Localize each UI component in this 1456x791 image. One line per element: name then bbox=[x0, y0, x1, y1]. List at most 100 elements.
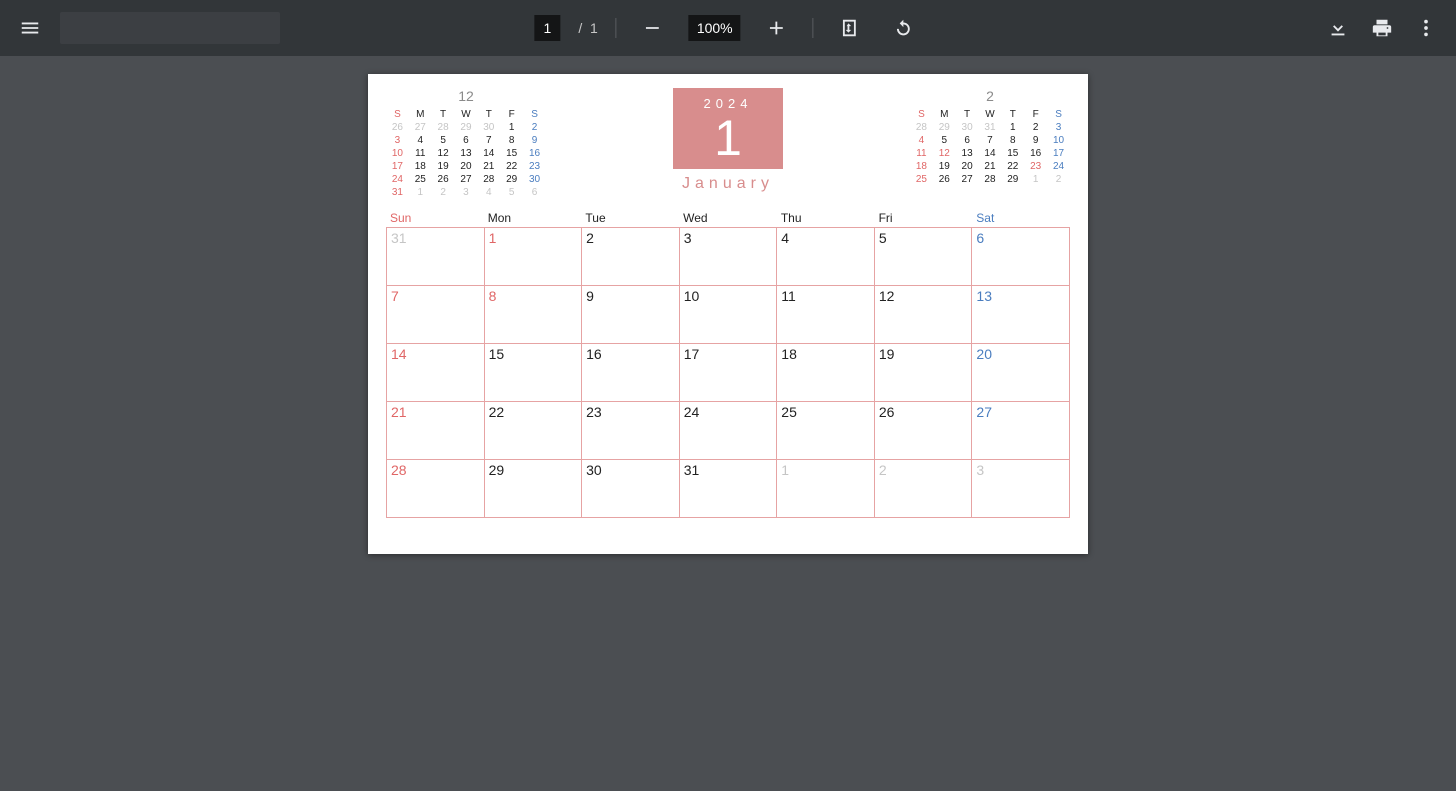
mini-day: 20 bbox=[956, 160, 979, 173]
mini-day: 15 bbox=[1001, 147, 1024, 160]
mini-day: 18 bbox=[409, 160, 432, 173]
mini-day: 3 bbox=[455, 186, 478, 199]
mini-day: 29 bbox=[455, 121, 478, 134]
mini-day: 22 bbox=[500, 160, 523, 173]
calendar-cell: 2 bbox=[875, 460, 973, 518]
big-dow: Fri bbox=[875, 209, 973, 227]
calendar-cell: 16 bbox=[582, 344, 680, 402]
mini-dow: T bbox=[1001, 108, 1024, 121]
mini-dow: S bbox=[910, 108, 933, 121]
mini-dow: F bbox=[1024, 108, 1047, 121]
mini-day: 30 bbox=[523, 173, 546, 186]
zoom-in-icon[interactable] bbox=[759, 10, 795, 46]
mini-day: 13 bbox=[455, 147, 478, 160]
mini-day: 18 bbox=[910, 160, 933, 173]
mini-day: 12 bbox=[933, 147, 956, 160]
mini-day: 29 bbox=[933, 121, 956, 134]
mini-day: 2 bbox=[1024, 121, 1047, 134]
calendar-cell: 21 bbox=[387, 402, 485, 460]
mini-dow: S bbox=[386, 108, 409, 121]
calendar-cell: 31 bbox=[387, 228, 485, 286]
mini-day: 27 bbox=[409, 121, 432, 134]
mini-day: 4 bbox=[409, 134, 432, 147]
calendar-cell: 13 bbox=[972, 286, 1070, 344]
big-dow: Wed bbox=[679, 209, 777, 227]
mini-day: 23 bbox=[1024, 160, 1047, 173]
mini-dow: F bbox=[500, 108, 523, 121]
page-number-input[interactable] bbox=[534, 15, 560, 41]
rotate-icon[interactable] bbox=[886, 10, 922, 46]
mini-day: 29 bbox=[500, 173, 523, 186]
mini-day: 16 bbox=[1024, 147, 1047, 160]
mini-dow: W bbox=[979, 108, 1002, 121]
mini-day: 10 bbox=[386, 147, 409, 160]
mini-day: 27 bbox=[455, 173, 478, 186]
mini-day: 16 bbox=[523, 147, 546, 160]
big-dow: Sun bbox=[386, 209, 484, 227]
mini-day: 9 bbox=[523, 134, 546, 147]
mini-day: 24 bbox=[386, 173, 409, 186]
mini-day: 26 bbox=[386, 121, 409, 134]
calendar-cell: 20 bbox=[972, 344, 1070, 402]
mini-day: 26 bbox=[432, 173, 455, 186]
mini-day: 20 bbox=[455, 160, 478, 173]
calendar-cell: 6 bbox=[972, 228, 1070, 286]
menu-icon[interactable] bbox=[12, 10, 48, 46]
big-calendar-grid: 3112345678910111213141516171819202122232… bbox=[386, 227, 1070, 518]
banner-year: 2024 bbox=[673, 96, 783, 111]
zoom-out-icon[interactable] bbox=[635, 10, 671, 46]
zoom-level[interactable]: 100% bbox=[689, 15, 741, 41]
mini-day: 15 bbox=[500, 147, 523, 160]
calendar-cell: 3 bbox=[680, 228, 778, 286]
calendar-cell: 5 bbox=[875, 228, 973, 286]
print-icon[interactable] bbox=[1364, 10, 1400, 46]
calendar-cell: 3 bbox=[972, 460, 1070, 518]
calendar-cell: 14 bbox=[387, 344, 485, 402]
fit-page-icon[interactable] bbox=[832, 10, 868, 46]
mini-day: 4 bbox=[477, 186, 500, 199]
calendar-cell: 17 bbox=[680, 344, 778, 402]
calendar-cell: 31 bbox=[680, 460, 778, 518]
pdf-toolbar: / 1 100% bbox=[0, 0, 1456, 56]
mini-day: 3 bbox=[1047, 121, 1070, 134]
mini-day: 1 bbox=[409, 186, 432, 199]
calendar-cell: 22 bbox=[485, 402, 583, 460]
mini-dow: W bbox=[455, 108, 478, 121]
calendar-cell: 18 bbox=[777, 344, 875, 402]
mini-dow: T bbox=[432, 108, 455, 121]
mini-day: 5 bbox=[432, 134, 455, 147]
mini-day: 11 bbox=[910, 147, 933, 160]
calendar-cell: 25 bbox=[777, 402, 875, 460]
mini-day: 30 bbox=[477, 121, 500, 134]
mini-day: 28 bbox=[979, 173, 1002, 186]
separator bbox=[616, 18, 617, 38]
calendar-cell: 1 bbox=[485, 228, 583, 286]
document-title bbox=[60, 12, 280, 44]
mini-day: 29 bbox=[1001, 173, 1024, 186]
calendar-cell: 27 bbox=[972, 402, 1070, 460]
mini-day: 2 bbox=[1047, 173, 1070, 186]
mini-dow: M bbox=[409, 108, 432, 121]
mini-next-title: 2 bbox=[910, 88, 1070, 104]
mini-day: 14 bbox=[979, 147, 1002, 160]
more-icon[interactable] bbox=[1408, 10, 1444, 46]
mini-dow: T bbox=[477, 108, 500, 121]
mini-day: 2 bbox=[432, 186, 455, 199]
toolbar-center: / 1 100% bbox=[534, 0, 921, 56]
mini-dow: S bbox=[523, 108, 546, 121]
mini-day: 7 bbox=[979, 134, 1002, 147]
calendar-cell: 1 bbox=[777, 460, 875, 518]
mini-dow: T bbox=[956, 108, 979, 121]
mini-day: 10 bbox=[1047, 134, 1070, 147]
calendar-cell: 12 bbox=[875, 286, 973, 344]
mini-day: 17 bbox=[386, 160, 409, 173]
calendar-cell: 8 bbox=[485, 286, 583, 344]
separator bbox=[813, 18, 814, 38]
mini-day: 21 bbox=[979, 160, 1002, 173]
mini-day: 26 bbox=[933, 173, 956, 186]
mini-day: 1 bbox=[1024, 173, 1047, 186]
mini-day: 14 bbox=[477, 147, 500, 160]
mini-day: 19 bbox=[432, 160, 455, 173]
calendar-cell: 9 bbox=[582, 286, 680, 344]
download-icon[interactable] bbox=[1320, 10, 1356, 46]
